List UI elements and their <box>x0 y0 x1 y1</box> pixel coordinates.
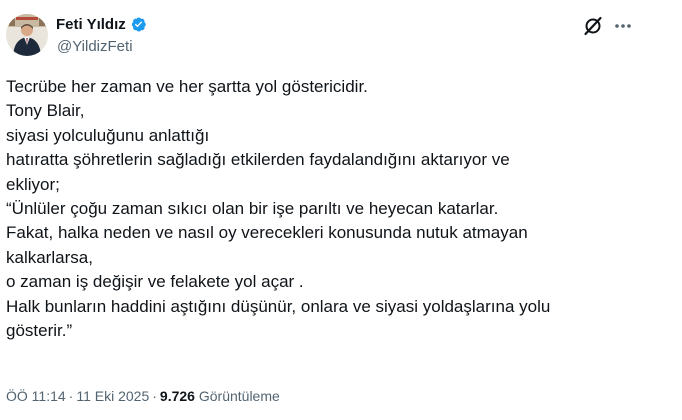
tweet-text-line: o zaman iş değişir ve felakete yol açar … <box>6 272 304 292</box>
meta-separator: · <box>152 388 157 404</box>
tweet-text-line: Tony Blair, <box>6 101 85 121</box>
views-count: 9.726 <box>159 388 195 404</box>
author-display-name[interactable]: Feti Yıldız <box>56 15 126 34</box>
tweet-time: ÖÖ 11:14 <box>6 388 66 404</box>
more-options-button[interactable] <box>612 15 634 37</box>
tweet-text-line: Tecrübe her zaman ve her şartta yol göst… <box>6 77 368 96</box>
tweet-meta: ÖÖ 11:14 · 11 Eki 2025 · 9.726 Görüntüleme <box>6 386 280 406</box>
verified-badge-icon <box>131 17 146 32</box>
author-handle[interactable]: @YildizFeti <box>57 37 133 56</box>
grok-icon <box>584 16 602 36</box>
avatar-photo <box>6 14 48 56</box>
tweet-text: Tecrübe her zaman ve her şartta yol göst… <box>6 75 646 343</box>
tweet-text-line: Fakat, halka neden ve nasıl oy verecekle… <box>6 223 528 243</box>
tweet-text-line: gösterir.” <box>6 321 73 341</box>
tweet-card: Feti Yıldız @YildizFeti Tecrübe her zama… <box>0 0 682 420</box>
tweet-text-line: Halk bunların haddini aştığını düşünür, … <box>6 296 551 316</box>
tweet-text-line: ekliyor; <box>6 174 60 194</box>
tweet-text-line: kalkarlarsa, <box>6 247 93 267</box>
tweet-text-line: hatıratta şöhretlerin sağladığı etkilerd… <box>6 150 510 170</box>
tweet-text-line: “Ünlüler çoğu zaman sıkıcı olan bir işe … <box>6 199 499 219</box>
author-avatar[interactable] <box>6 14 48 56</box>
more-options-icon <box>615 24 631 28</box>
tweet-timestamp-link[interactable]: ÖÖ 11:14 · 11 Eki 2025 <box>6 388 149 404</box>
author-name-row: Feti Yıldız <box>56 15 147 34</box>
views-label: Görüntüleme <box>198 388 280 404</box>
tweet-text-line: siyasi yolculuğunu anlattığı <box>6 125 210 145</box>
meta-separator: · <box>68 388 74 404</box>
tweet-date: 11 Eki 2025 <box>76 388 150 404</box>
grok-button[interactable] <box>582 15 604 37</box>
